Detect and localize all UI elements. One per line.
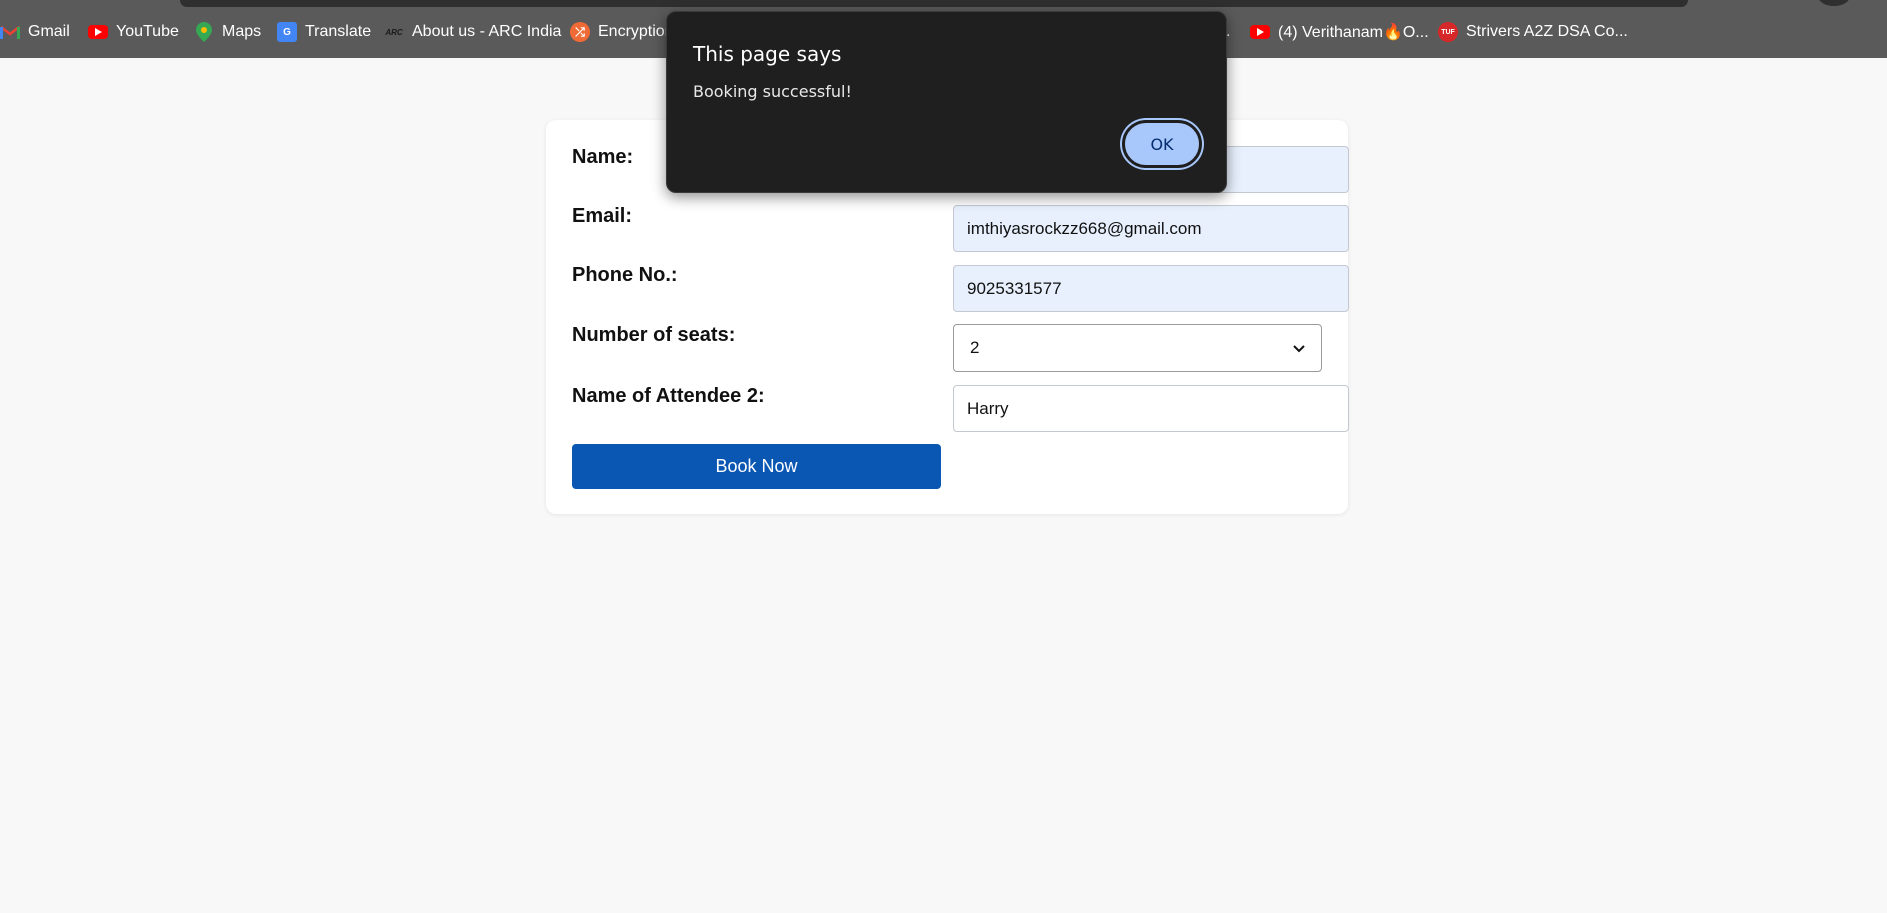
attendee-label: Name of Attendee 2: <box>572 385 765 407</box>
bookmark-label: Strivers A2Z DSA Co... <box>1466 23 1628 40</box>
bookmark-label: Maps <box>222 23 262 40</box>
bookmark-arc-india[interactable]: ARC About us - ARC India <box>384 20 561 44</box>
dialog-message: Booking successful! <box>693 82 852 101</box>
bookmark-youtube[interactable]: YouTube <box>88 20 179 44</box>
bookmark-label: Gmail <box>28 23 70 40</box>
dialog-title: This page says <box>693 42 842 66</box>
bookmark-translate[interactable]: G Translate <box>277 20 371 44</box>
gmail-icon <box>0 22 20 42</box>
seats-selected-value: 2 <box>970 338 980 357</box>
shuffle-icon: ⤮ <box>570 22 590 42</box>
bookmark-label: Encryption <box>598 23 674 40</box>
youtube-icon <box>1250 25 1270 39</box>
attendee-name-field[interactable]: Harry <box>953 385 1349 432</box>
phone-field[interactable]: 9025331577 <box>953 265 1349 312</box>
tuf-icon: TUF <box>1438 22 1458 42</box>
ok-button[interactable]: OK <box>1122 120 1202 168</box>
bookmark-label: (4) Verithanam🔥O... <box>1278 24 1429 41</box>
book-now-button[interactable]: Book Now <box>572 444 941 489</box>
youtube-icon <box>88 25 108 39</box>
profile-avatar-edge[interactable] <box>1818 0 1850 6</box>
phone-label: Phone No.: <box>572 264 678 286</box>
bookmark-strivers[interactable]: TUF Strivers A2Z DSA Co... <box>1438 20 1628 44</box>
bookmark-label: About us - ARC India <box>412 23 562 40</box>
alert-dialog: This page says Booking successful! OK <box>666 11 1227 193</box>
bookmark-label: YouTube <box>116 23 179 40</box>
bookmark-maps[interactable]: Maps <box>194 20 261 44</box>
bookmark-encryption[interactable]: ⤮ Encryption <box>570 20 674 44</box>
arc-icon: ARC <box>385 27 403 37</box>
maps-icon <box>194 22 214 42</box>
email-label: Email: <box>572 205 633 227</box>
name-label: Name: <box>572 146 634 168</box>
bookmark-gmail[interactable]: Gmail <box>0 20 70 44</box>
seats-label: Number of seats: <box>572 324 736 346</box>
bookmark-verithanam[interactable]: (4) Verithanam🔥O... <box>1250 20 1429 44</box>
address-bar-edge[interactable] <box>180 0 1688 7</box>
seats-select[interactable]: 2 <box>953 324 1322 372</box>
chevron-down-icon <box>1293 338 1305 358</box>
bookmark-label: Translate <box>305 23 372 40</box>
email-field[interactable]: imthiyasrockzz668@gmail.com <box>953 205 1349 252</box>
translate-icon: G <box>277 22 297 42</box>
